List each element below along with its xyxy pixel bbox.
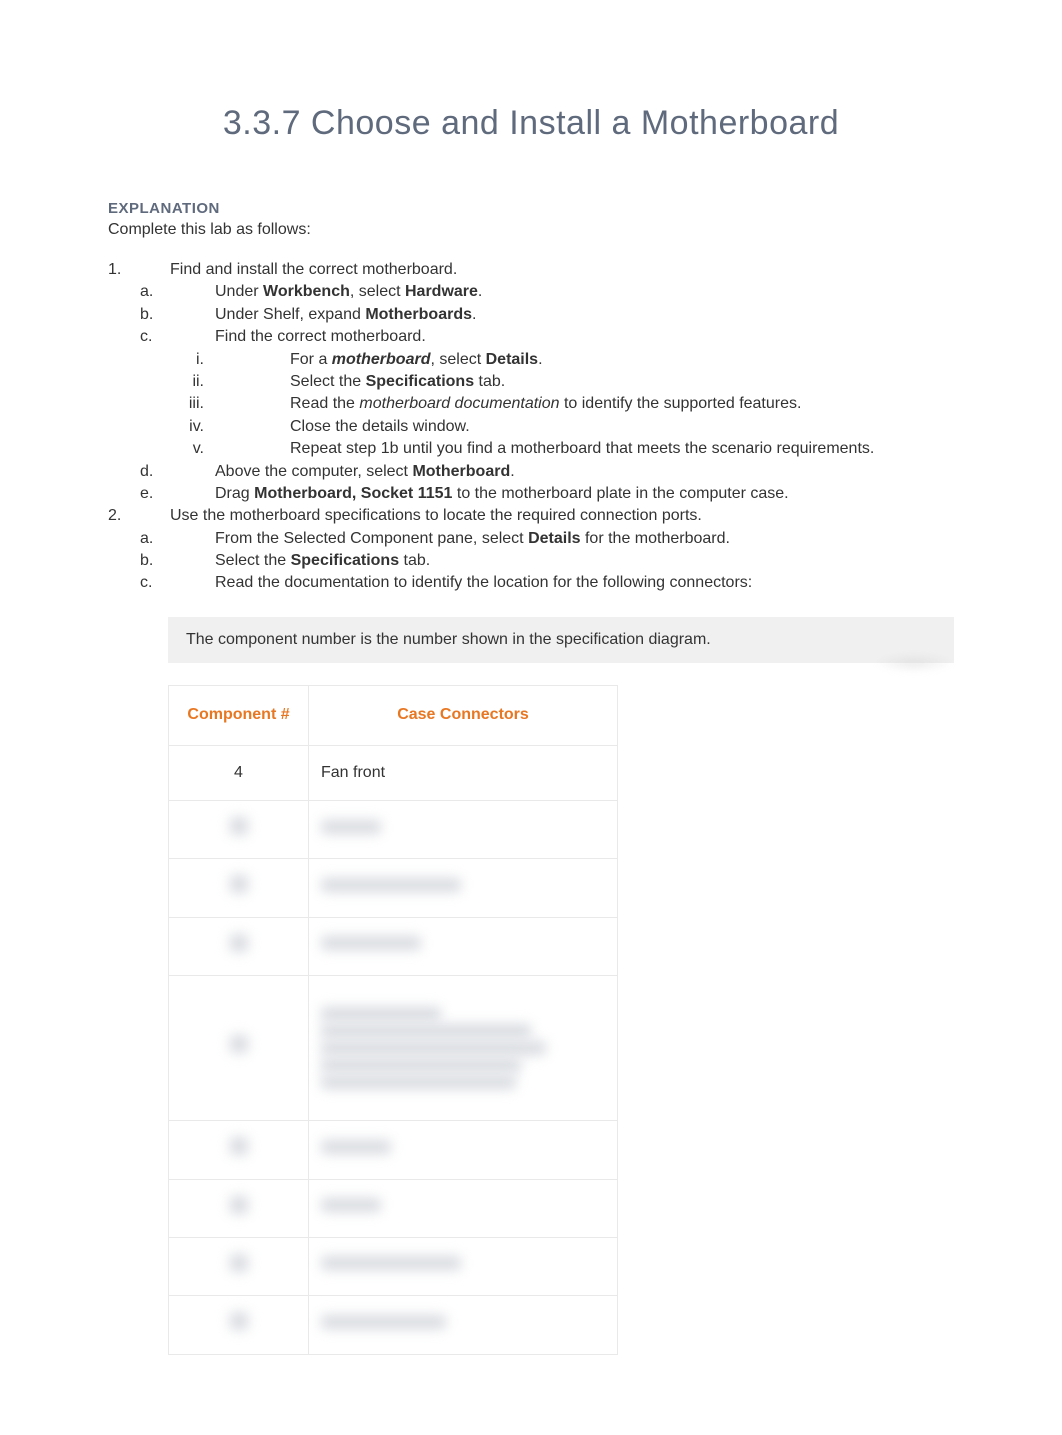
table-row xyxy=(169,859,618,917)
steps-list: Find and install the correct motherboard… xyxy=(108,259,954,595)
step-1b: Under Shelf, expand Motherboards. xyxy=(140,304,954,326)
step-1e: Drag Motherboard, Socket 1151 to the mot… xyxy=(140,483,954,505)
cell-component-num xyxy=(169,917,309,975)
step-1c-substeps: For a motherboard, select Details. Selec… xyxy=(215,349,954,461)
cell-component-num xyxy=(169,976,309,1121)
table-row xyxy=(169,1296,618,1354)
step-2a: From the Selected Component pane, select… xyxy=(140,528,954,550)
cell-component-num xyxy=(169,1179,309,1237)
table-row xyxy=(169,917,618,975)
cell-component-num xyxy=(169,801,309,859)
table-header-connectors: Case Connectors xyxy=(309,686,618,745)
table-row xyxy=(169,1121,618,1179)
table-header-component: Component # xyxy=(169,686,309,745)
step-2-text: Use the motherboard specifications to lo… xyxy=(170,507,702,524)
document-page: 3.3.7 Choose and Install a Motherboard E… xyxy=(0,0,1062,1435)
cell-connector xyxy=(309,1296,618,1354)
step-1a: Under Workbench, select Hardware. xyxy=(140,281,954,303)
step-1-substeps: Under Workbench, select Hardware. Under … xyxy=(170,281,954,505)
page-title: 3.3.7 Choose and Install a Motherboard xyxy=(108,100,954,148)
step-2c: Read the documentation to identify the l… xyxy=(140,572,954,594)
table-row xyxy=(169,976,618,1121)
cell-component-num: 4 xyxy=(169,745,309,800)
step-1c-iii: Read the motherboard documentation to id… xyxy=(170,393,954,415)
cell-connector xyxy=(309,976,618,1121)
step-1d: Above the computer, select Motherboard. xyxy=(140,461,954,483)
note-box: The component number is the number shown… xyxy=(168,617,954,663)
cell-connector xyxy=(309,1179,618,1237)
cell-connector xyxy=(309,1121,618,1179)
cell-connector: Fan front xyxy=(309,745,618,800)
step-1c-text: Find the correct motherboard. xyxy=(215,328,426,345)
step-1: Find and install the correct motherboard… xyxy=(108,259,954,505)
table-row xyxy=(169,1237,618,1295)
cell-connector xyxy=(309,1237,618,1295)
cell-component-num xyxy=(169,1121,309,1179)
cell-connector xyxy=(309,917,618,975)
explanation-label: EXPLANATION xyxy=(108,198,954,219)
connectors-table: Component # Case Connectors 4 Fan front xyxy=(168,685,618,1355)
cell-component-num xyxy=(169,859,309,917)
explanation-section: EXPLANATION Complete this lab as follows… xyxy=(108,198,954,241)
table-row: 4 Fan front xyxy=(169,745,618,800)
step-2b: Select the Specifications tab. xyxy=(140,550,954,572)
step-2-substeps: From the Selected Component pane, select… xyxy=(170,528,954,595)
cell-connector xyxy=(309,801,618,859)
table-row xyxy=(169,1179,618,1237)
cell-component-num xyxy=(169,1237,309,1295)
step-2: Use the motherboard specifications to lo… xyxy=(108,505,954,595)
connectors-table-wrap: Component # Case Connectors 4 Fan front xyxy=(108,685,954,1355)
step-1-text: Find and install the correct motherboard… xyxy=(170,261,457,278)
step-1c-i: For a motherboard, select Details. xyxy=(170,349,954,371)
step-1c-ii: Select the Specifications tab. xyxy=(170,371,954,393)
step-1c: Find the correct motherboard. For a moth… xyxy=(140,326,954,460)
cell-connector xyxy=(309,859,618,917)
step-1c-iv: Close the details window. xyxy=(170,416,954,438)
intro-text: Complete this lab as follows: xyxy=(108,219,954,241)
cell-component-num xyxy=(169,1296,309,1354)
step-1c-v: Repeat step 1b until you find a motherbo… xyxy=(170,438,954,460)
table-row xyxy=(169,801,618,859)
